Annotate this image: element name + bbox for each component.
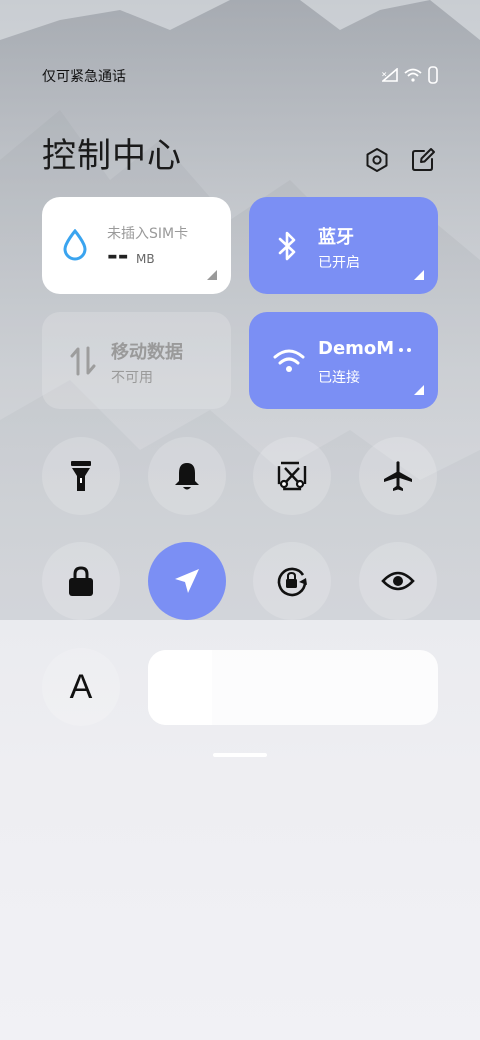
data-usage-value: -- [107, 241, 129, 271]
font-glyph: A [69, 667, 93, 706]
water-drop-icon [63, 229, 87, 261]
bell-icon [175, 463, 199, 490]
signal-icon [382, 68, 398, 82]
wifi-icon [273, 349, 305, 372]
font-size-toggle[interactable]: A [42, 648, 120, 726]
scissors-icon [277, 461, 307, 491]
expand-corner-icon [414, 270, 424, 280]
mobile-data-tile[interactable]: 移动数据 不可用 [42, 312, 231, 409]
carrier-status-text: 仅可紧急通话 [42, 69, 126, 85]
bluetooth-icon [278, 231, 296, 261]
data-arrows-icon [70, 346, 96, 376]
settings-icon [366, 148, 388, 172]
eye-icon [381, 571, 415, 591]
wifi-status-icon [404, 68, 422, 82]
settings-button[interactable] [361, 144, 393, 176]
data-usage-tile[interactable]: 未插入SIM卡 -- MB [42, 197, 231, 294]
mobile-data-status: 不可用 [111, 370, 153, 386]
reading-mode-toggle[interactable] [359, 542, 437, 620]
status-bar: 仅可紧急通话 [0, 62, 480, 90]
expand-corner-icon [207, 270, 217, 280]
location-arrow-icon [175, 569, 199, 593]
rotation-lock-toggle[interactable] [253, 542, 331, 620]
page-title: 控制中心 [42, 136, 182, 176]
flashlight-toggle[interactable] [42, 437, 120, 515]
rotation-lock-icon [277, 567, 307, 597]
wifi-network-name: DemoM [318, 338, 394, 359]
bluetooth-tile[interactable]: 蓝牙 已开启 [249, 197, 438, 294]
sound-toggle[interactable] [148, 437, 226, 515]
edit-icon [412, 148, 435, 171]
wifi-tile[interactable]: DemoM 已连接 [249, 312, 438, 409]
mobile-data-label: 移动数据 [111, 342, 183, 363]
airplane-icon [384, 461, 412, 491]
edit-button[interactable] [407, 144, 439, 176]
ellipsis-dot [407, 348, 411, 352]
bluetooth-status: 已开启 [318, 255, 360, 271]
bluetooth-label: 蓝牙 [318, 227, 354, 248]
location-toggle[interactable] [148, 542, 226, 620]
status-icons [382, 65, 438, 85]
lock-icon [69, 566, 93, 596]
airplane-mode-toggle[interactable] [359, 437, 437, 515]
data-usage-label: 未插入SIM卡 [107, 226, 189, 242]
lock-screen-toggle[interactable] [42, 542, 120, 620]
screenshot-toggle[interactable] [253, 437, 331, 515]
brightness-fill [148, 650, 212, 725]
data-usage-unit: MB [136, 252, 155, 266]
expand-corner-icon [414, 385, 424, 395]
ellipsis-dot [399, 348, 403, 352]
drag-handle[interactable] [213, 753, 267, 757]
battery-icon [428, 66, 438, 84]
brightness-slider[interactable] [148, 650, 438, 725]
flashlight-icon [71, 461, 91, 491]
background-mountain [0, 0, 480, 620]
wifi-status: 已连接 [318, 370, 360, 386]
